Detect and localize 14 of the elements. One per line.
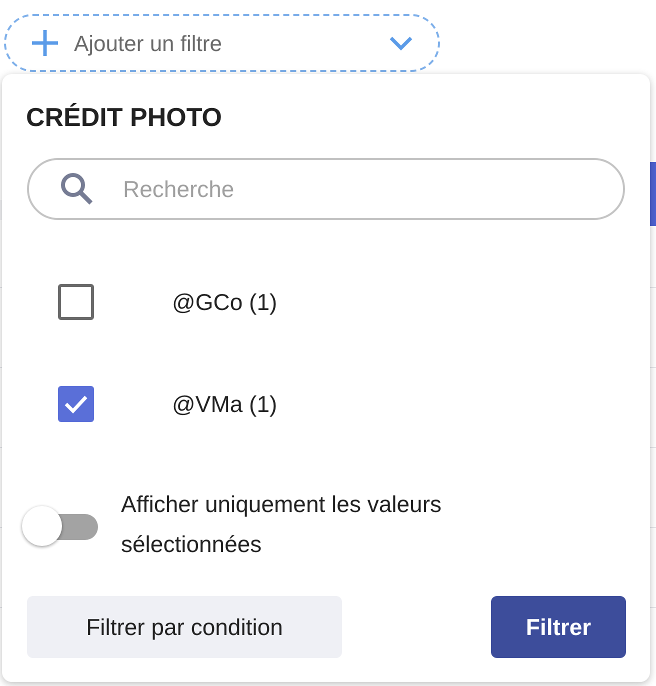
toggle-label: Afficher uniquement les valeurs sélectionnées — [121, 490, 442, 559]
add-filter-dropdown[interactable]: Ajouter un filtre — [4, 14, 440, 72]
toggle-switch[interactable] — [22, 506, 98, 546]
filter-by-condition-button[interactable]: Filtrer par condition — [27, 596, 342, 658]
option-label: @VMa (1) — [172, 390, 278, 419]
search-icon — [59, 171, 95, 207]
chevron-down-icon — [388, 35, 414, 51]
plus-icon — [30, 28, 60, 58]
popover-title: CRÉDIT PHOTO — [26, 101, 222, 134]
option-label: @GCo (1) — [172, 288, 278, 317]
checkbox[interactable] — [58, 386, 94, 422]
filter-button[interactable]: Filtrer — [491, 596, 626, 658]
search-field[interactable]: Recherche — [27, 158, 625, 220]
checkbox[interactable] — [58, 284, 94, 320]
